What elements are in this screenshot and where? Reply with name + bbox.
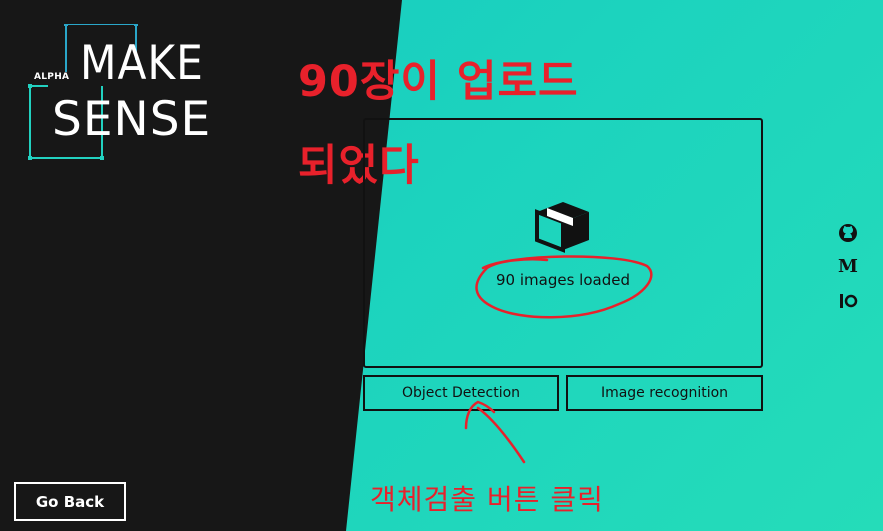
annotation-click-note: 객체검출 버튼 클릭 <box>370 483 604 516</box>
annotation-line-1: 90장이 업로드 <box>298 57 579 107</box>
logo-sense-text: SENSE <box>52 92 212 147</box>
github-icon[interactable] <box>837 222 859 244</box>
logo-alpha-label: ALPHA <box>34 72 70 82</box>
box-icon <box>535 202 589 253</box>
make-sense-logo: ALPHA MAKE SENSE <box>28 24 228 164</box>
logo-make-text: MAKE <box>80 36 204 91</box>
annotation-arrow <box>464 400 526 464</box>
annotation-circle <box>475 255 653 319</box>
image-recognition-button[interactable]: Image recognition <box>566 375 763 411</box>
go-back-button[interactable]: Go Back <box>14 482 126 521</box>
io-icon[interactable] <box>837 290 859 312</box>
medium-icon[interactable]: M <box>837 256 859 278</box>
image-dropzone[interactable]: 90 images loaded <box>363 118 763 368</box>
